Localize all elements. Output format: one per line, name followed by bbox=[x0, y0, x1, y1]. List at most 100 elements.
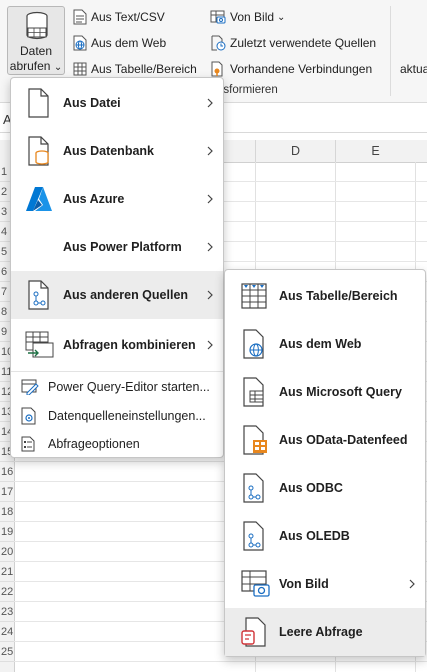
image-icon bbox=[241, 570, 270, 597]
menu-item-label: Power Query-Editor starten... bbox=[48, 380, 210, 394]
submenu-item-label: Aus Microsoft Query bbox=[279, 385, 402, 399]
row-header[interactable]: 16 bbox=[0, 462, 14, 482]
submenu-item-label: Aus OData-Datenfeed bbox=[279, 433, 408, 447]
menu-item-data-source-settings[interactable]: Datenquelleneinstellungen... bbox=[11, 401, 223, 430]
submenu-item-label: Aus dem Web bbox=[279, 337, 362, 351]
submenu-item-from-microsoft-query[interactable]: Aus Microsoft Query bbox=[225, 368, 425, 416]
column-header-e[interactable]: E bbox=[335, 140, 415, 162]
submenu-item-from-web[interactable]: Aus dem Web bbox=[225, 320, 425, 368]
ribbon-separator bbox=[390, 6, 391, 96]
column-header-d[interactable]: D bbox=[255, 140, 335, 162]
menu-item-query-options[interactable]: Abfrageoptionen bbox=[11, 430, 223, 458]
get-data-label-line2: abrufen ⌄ bbox=[9, 59, 63, 73]
submenu-item-from-odata-feed[interactable]: Aus OData-Datenfeed bbox=[225, 416, 425, 464]
submenu-item-label: Von Bild bbox=[279, 577, 329, 591]
blank-query-icon bbox=[241, 617, 266, 647]
menu-item-from-other-sources[interactable]: Aus anderen Quellen bbox=[11, 271, 223, 319]
menu-item-from-file[interactable]: Aus Datei bbox=[11, 79, 223, 127]
from-web-label: Aus dem Web bbox=[91, 36, 167, 50]
chevron-right-icon bbox=[207, 194, 213, 204]
other-sources-submenu: Aus Tabelle/Bereich Aus dem Web Aus Micr… bbox=[224, 269, 426, 657]
from-text-csv-button[interactable]: Aus Text/CSV bbox=[73, 8, 165, 26]
web-icon bbox=[73, 35, 87, 51]
menu-item-label: Aus Azure bbox=[63, 192, 125, 206]
azure-icon bbox=[26, 187, 52, 211]
refresh-all-button-partial[interactable]: aktua bbox=[400, 60, 427, 78]
submenu-item-from-odbc[interactable]: Aus ODBC bbox=[225, 464, 425, 512]
menu-item-label: Aus Power Platform bbox=[63, 240, 182, 254]
menu-item-label: Abfrageoptionen bbox=[48, 437, 140, 451]
table-range-icon bbox=[241, 283, 267, 309]
microsoft-query-icon bbox=[243, 377, 264, 407]
recent-sources-icon bbox=[211, 35, 226, 51]
existing-connections-icon bbox=[211, 61, 223, 77]
chevron-down-icon: ⌄ bbox=[277, 11, 286, 23]
menu-item-label: Aus Datei bbox=[63, 96, 121, 110]
submenu-item-label: Aus ODBC bbox=[279, 481, 343, 495]
existing-connections-button[interactable]: Vorhandene Verbindungen bbox=[210, 60, 372, 78]
from-table-range-label: Aus Tabelle/Bereich bbox=[91, 62, 197, 76]
odata-feed-icon bbox=[243, 425, 267, 455]
row-header[interactable]: 25 bbox=[0, 642, 14, 662]
combine-queries-icon bbox=[25, 331, 54, 358]
menu-item-label: Aus anderen Quellen bbox=[63, 288, 189, 302]
data-source-settings-icon bbox=[21, 407, 36, 424]
submenu-item-from-table-range[interactable]: Aus Tabelle/Bereich bbox=[225, 272, 425, 320]
submenu-item-blank-query[interactable]: Leere Abfrage bbox=[225, 608, 425, 656]
chevron-right-icon bbox=[207, 98, 213, 108]
from-image-button[interactable]: Von Bild ⌄ bbox=[210, 8, 285, 26]
row-header[interactable]: 23 bbox=[0, 602, 14, 622]
text-csv-icon bbox=[73, 9, 87, 25]
from-web-button[interactable]: Aus dem Web bbox=[73, 34, 166, 52]
get-data-label-line1: Daten bbox=[19, 44, 53, 58]
submenu-item-label: Aus Tabelle/Bereich bbox=[279, 289, 398, 303]
menu-item-from-power-platform[interactable]: Aus Power Platform bbox=[11, 223, 223, 271]
from-image-label: Von Bild bbox=[230, 10, 275, 24]
submenu-item-label: Leere Abfrage bbox=[279, 625, 363, 639]
menu-item-launch-power-query-editor[interactable]: Power Query-Editor starten... bbox=[11, 373, 223, 401]
recent-sources-button[interactable]: Zuletzt verwendete Quellen bbox=[210, 34, 376, 52]
from-table-range-button[interactable]: Aus Tabelle/Bereich bbox=[73, 60, 197, 78]
row-header[interactable]: 17 bbox=[0, 482, 14, 502]
menu-item-label: Datenquelleneinstellungen... bbox=[48, 408, 206, 423]
database-icon bbox=[28, 136, 49, 166]
query-options-icon bbox=[21, 436, 35, 452]
power-query-editor-icon bbox=[21, 379, 39, 395]
web-icon bbox=[243, 329, 264, 359]
row-header[interactable]: 18 bbox=[0, 502, 14, 522]
submenu-item-label: Aus OLEDB bbox=[279, 529, 350, 543]
row-header[interactable]: 20 bbox=[0, 542, 14, 562]
other-sources-icon bbox=[28, 280, 49, 310]
oledb-icon bbox=[243, 521, 264, 551]
odbc-icon bbox=[243, 473, 264, 503]
menu-item-label: Aus Datenbank bbox=[63, 144, 154, 158]
chevron-right-icon bbox=[207, 146, 213, 156]
chevron-right-icon bbox=[207, 242, 213, 252]
menu-separator bbox=[11, 371, 223, 372]
menu-item-combine-queries[interactable]: Abfragen kombinieren bbox=[11, 321, 223, 369]
recent-sources-label: Zuletzt verwendete Quellen bbox=[230, 36, 377, 50]
chevron-right-icon bbox=[207, 340, 213, 350]
menu-item-from-database[interactable]: Aus Datenbank bbox=[11, 127, 223, 175]
row-header[interactable]: 21 bbox=[0, 562, 14, 582]
submenu-item-from-image[interactable]: Von Bild bbox=[225, 560, 425, 608]
chevron-down-icon: ⌄ bbox=[53, 62, 63, 73]
menu-item-label: Abfragen kombinieren bbox=[63, 338, 196, 352]
gridline bbox=[14, 661, 427, 662]
image-icon bbox=[210, 10, 226, 24]
row-header[interactable]: 24 bbox=[0, 622, 14, 642]
table-range-icon bbox=[73, 62, 87, 76]
row-header[interactable]: 22 bbox=[0, 582, 14, 602]
from-text-csv-label: Aus Text/CSV bbox=[91, 10, 165, 24]
chevron-right-icon bbox=[207, 290, 213, 300]
chevron-right-icon bbox=[409, 579, 415, 589]
ribbon-group-label: nsformieren bbox=[217, 84, 278, 96]
submenu-item-from-oledb[interactable]: Aus OLEDB bbox=[225, 512, 425, 560]
menu-item-from-azure[interactable]: Aus Azure bbox=[11, 175, 223, 223]
existing-connections-label: Vorhandene Verbindungen bbox=[230, 62, 373, 76]
database-icon bbox=[24, 11, 50, 44]
get-data-menu: Aus Datei Aus Datenbank Aus Azure Aus Po… bbox=[10, 77, 224, 458]
get-data-button[interactable]: Daten abrufen ⌄ bbox=[7, 6, 65, 75]
file-icon bbox=[28, 88, 49, 118]
row-header[interactable]: 19 bbox=[0, 522, 14, 542]
